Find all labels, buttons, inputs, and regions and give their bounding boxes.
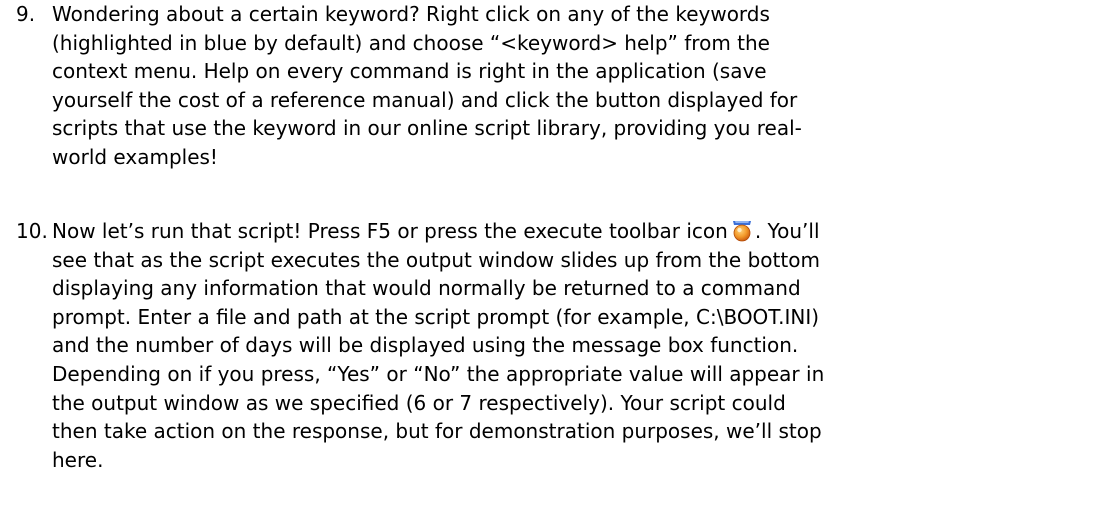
text-line: see that as the script executes the outp…: [52, 247, 820, 272]
text-line: prompt. Enter a file and path at the scr…: [52, 304, 820, 329]
text-line: scripts that use the keyword in our onli…: [52, 116, 802, 141]
text-line: then take action on the response, but fo…: [52, 419, 822, 444]
text-line: Depending on if you press, “Yes” or “No”…: [52, 361, 825, 386]
text-line: context menu. Help on every command is r…: [52, 59, 767, 84]
text-line: the output window as we specified (6 or …: [52, 390, 786, 415]
text-line: and the number of days will be displayed…: [52, 333, 799, 358]
text-line: Wondering about a certain keyword? Right…: [52, 2, 770, 26]
text-line: yourself the cost of a reference manual)…: [52, 87, 798, 112]
text-line-with-icon: Now let’s run that script! Press F5 or p…: [52, 217, 1113, 246]
list-item-text: Wondering about a certain keyword? Right…: [52, 0, 1113, 172]
text-line: world examples!: [52, 144, 218, 169]
list-item-text: Now let’s run that script! Press F5 or p…: [52, 217, 1113, 474]
document-page: 9. Wondering about a certain keyword? Ri…: [0, 0, 1113, 523]
text-before-icon: Now let’s run that script! Press F5 or p…: [52, 219, 728, 243]
text-after-icon: . You’ll: [754, 219, 820, 243]
text-line: displaying any information that would no…: [52, 276, 801, 301]
text-line: here.: [52, 447, 104, 472]
text-line: (highlighted in blue by default) and cho…: [52, 30, 770, 55]
execute-script-icon: [729, 218, 755, 242]
